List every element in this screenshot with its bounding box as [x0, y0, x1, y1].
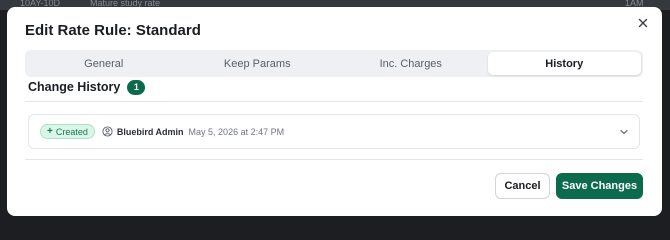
history-count-badge: 1 — [127, 79, 146, 95]
tab-inc-charges[interactable]: Inc. Charges — [334, 52, 488, 75]
close-icon — [638, 18, 648, 28]
tab-history[interactable]: History — [487, 52, 641, 75]
cancel-button[interactable]: Cancel — [495, 173, 550, 199]
close-button[interactable] — [634, 14, 652, 32]
dialog-title: Edit Rate Rule: Standard — [25, 22, 201, 39]
plus-icon: + — [47, 125, 53, 137]
edit-rate-rule-dialog: Edit Rate Rule: Standard General Keep Pa… — [7, 7, 662, 216]
tab-keep-params[interactable]: Keep Params — [181, 52, 335, 75]
entry-timestamp: May 5, 2026 at 2:47 PM — [188, 126, 285, 137]
section-divider — [25, 101, 643, 102]
save-changes-button[interactable]: Save Changes — [556, 173, 643, 199]
change-history-header: Change History 1 — [28, 79, 146, 95]
tab-list: General Keep Params Inc. Charges History — [25, 50, 643, 77]
section-title: Change History — [28, 80, 121, 94]
entry-user: Bluebird Admin — [116, 126, 184, 137]
status-label: Created — [55, 126, 88, 137]
user-circle-icon — [102, 126, 113, 137]
history-entry[interactable]: + Created Bluebird Admin May 5, 2026 at … — [28, 114, 640, 149]
chevron-down-icon[interactable] — [618, 126, 630, 138]
tab-general[interactable]: General — [27, 52, 181, 75]
status-badge: + Created — [40, 124, 95, 139]
footer-divider — [25, 159, 643, 160]
